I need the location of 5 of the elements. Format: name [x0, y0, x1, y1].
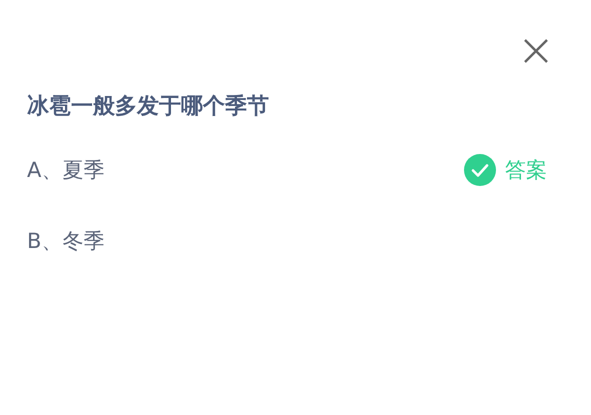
close-icon[interactable] — [523, 38, 549, 64]
question-text: 冰雹一般多发于哪个季节 — [27, 93, 270, 121]
answer-label: 答案 — [505, 157, 547, 184]
option-text[interactable]: B、冬季 — [27, 226, 104, 254]
option-text[interactable]: A、夏季 — [27, 156, 104, 184]
